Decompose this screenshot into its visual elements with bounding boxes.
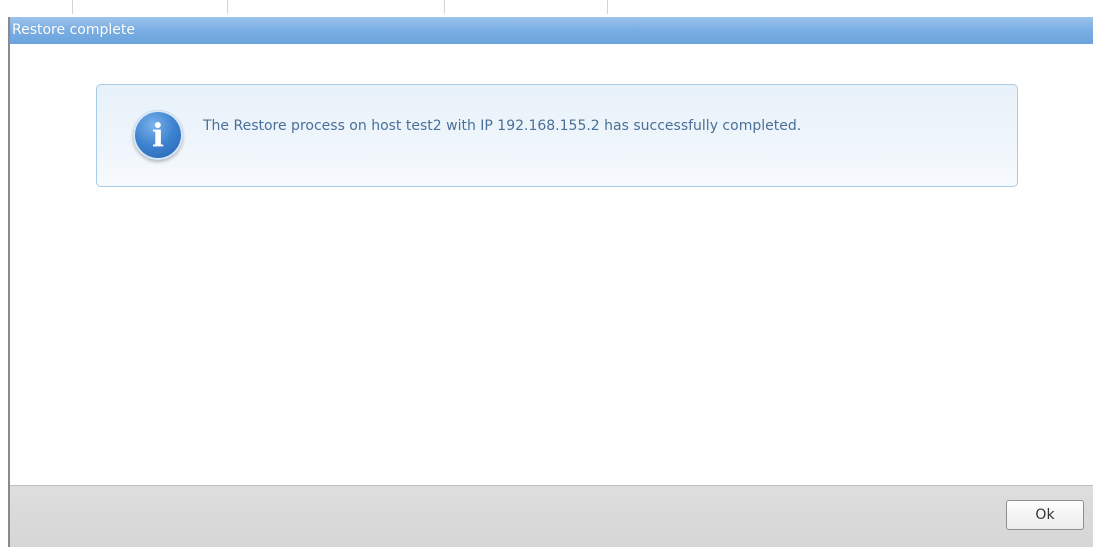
restore-complete-dialog: Restore complete i The Restore process o… (8, 17, 1093, 547)
info-message-text: The Restore process on host test2 with I… (203, 118, 802, 134)
info-icon: i (133, 110, 183, 160)
column-separator (72, 0, 73, 14)
dialog-title[interactable]: Restore complete (10, 17, 1093, 44)
background-window-strip (0, 0, 1093, 17)
info-message-box: i The Restore process on host test2 with… (96, 84, 1018, 187)
dialog-content: i The Restore process on host test2 with… (10, 44, 1093, 485)
column-separator (444, 0, 445, 14)
ok-button[interactable]: Ok (1006, 500, 1084, 530)
column-separator (607, 0, 608, 14)
dialog-footer: Ok (10, 485, 1093, 547)
column-separator (227, 0, 228, 14)
